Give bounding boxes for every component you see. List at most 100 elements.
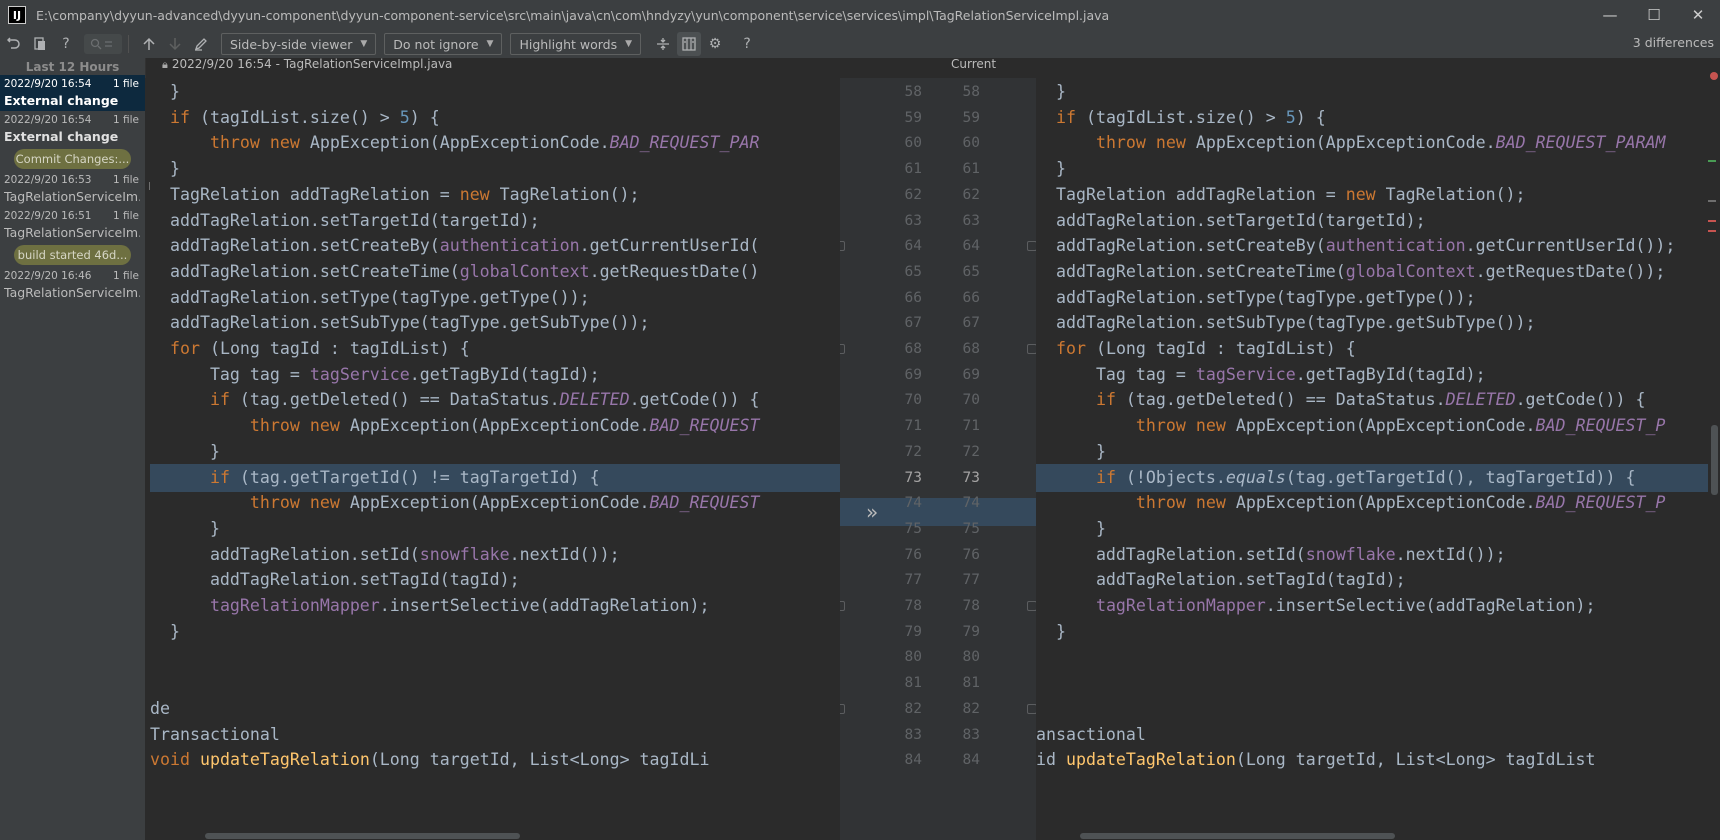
code-line[interactable]: addTagRelation.setCreateTime(globalConte… <box>1036 258 1720 286</box>
code-line[interactable]: throw new AppException(AppExceptionCode.… <box>150 412 840 440</box>
code-line[interactable] <box>1036 695 1720 723</box>
changed-code-line[interactable]: if (tag.getTargetId() != tagTargetId) { <box>150 463 840 492</box>
close-button[interactable]: ✕ <box>1676 0 1720 30</box>
apply-change-arrow-icon[interactable]: » <box>866 498 878 526</box>
code-line[interactable]: } <box>150 155 840 183</box>
code-line[interactable]: if (tag.getDeleted() == DataStatus.DELET… <box>1036 386 1720 414</box>
edit-icon[interactable] <box>189 32 213 56</box>
change-marker[interactable] <box>1708 160 1716 162</box>
fold-marker-icon[interactable] <box>840 344 845 354</box>
history-item[interactable]: 2022/9/20 16:54 1 file External change <box>0 75 145 111</box>
fold-marker-icon[interactable] <box>1027 344 1036 354</box>
fold-marker-icon[interactable] <box>1027 601 1036 611</box>
help-icon[interactable]: ? <box>735 32 759 56</box>
history-file-count: 1 file <box>112 78 139 90</box>
code-line[interactable]: addTagRelation.setTargetId(targetId); <box>150 207 840 235</box>
code-line[interactable]: } <box>1036 78 1720 106</box>
code-line[interactable]: tagRelationMapper.insertSelective(addTag… <box>150 592 840 620</box>
code-line[interactable]: throw new AppException(AppExceptionCode.… <box>1036 489 1720 517</box>
code-line[interactable]: addTagRelation.setId(snowflake.nextId())… <box>150 541 840 569</box>
history-item[interactable]: 2022/9/20 16:46 1 file TagRelationServic… <box>0 267 145 303</box>
code-line[interactable]: TagRelation addTagRelation = new TagRela… <box>1036 181 1720 209</box>
code-line[interactable]: } <box>150 438 840 466</box>
code-line[interactable]: throw new AppException(AppExceptionCode.… <box>1036 129 1720 157</box>
history-item[interactable]: 2022/9/20 16:51 1 file TagRelationServic… <box>0 207 145 243</box>
code-line[interactable]: throw new AppException(AppExceptionCode.… <box>150 489 840 517</box>
undo-icon[interactable] <box>2 32 26 56</box>
gear-icon[interactable]: ⚙ <box>703 32 727 56</box>
code-line[interactable]: } <box>150 78 840 106</box>
history-item[interactable]: 2022/9/20 16:54 1 file External change <box>0 111 145 147</box>
search-icon[interactable] <box>84 34 122 54</box>
code-line[interactable]: Tag tag = tagService.getTagById(tagId); <box>1036 361 1720 389</box>
code-line[interactable]: addTagRelation.setSubType(tagType.getSub… <box>150 309 840 337</box>
change-marker[interactable] <box>1708 230 1716 232</box>
sync-scroll-icon[interactable] <box>677 32 702 56</box>
code-line[interactable] <box>150 669 840 697</box>
code-line[interactable]: addTagRelation.setSubType(tagType.getSub… <box>1036 309 1720 337</box>
code-line[interactable]: } <box>1036 618 1720 646</box>
whitespace-select[interactable]: Do not ignore ▼ <box>384 33 503 55</box>
history-tag-build[interactable]: build started 46d... <box>14 245 131 265</box>
code-line[interactable] <box>1036 669 1720 697</box>
minimize-button[interactable]: — <box>1588 0 1632 30</box>
history-tag-commit[interactable]: Commit Changes:... <box>14 149 131 169</box>
code-line[interactable]: addTagRelation.setCreateBy(authenticatio… <box>1036 232 1720 260</box>
chevron-down-icon: ▼ <box>625 39 633 49</box>
code-line[interactable]: addTagRelation.setType(tagType.getType()… <box>150 284 840 312</box>
code-line[interactable]: for (Long tagId : tagIdList) { <box>150 335 840 363</box>
fold-marker-icon[interactable] <box>840 601 845 611</box>
code-line[interactable]: addTagRelation.setId(snowflake.nextId())… <box>1036 541 1720 569</box>
left-code-pane[interactable]: } if (tagIdList.size() > 5) { throw new … <box>150 78 840 840</box>
left-horizontal-scrollbar[interactable] <box>205 833 520 839</box>
code-line[interactable]: for (Long tagId : tagIdList) { <box>1036 335 1720 363</box>
code-line[interactable]: } <box>1036 438 1720 466</box>
code-line[interactable]: addTagRelation.setType(tagType.getType()… <box>1036 284 1720 312</box>
code-line[interactable]: addTagRelation.setCreateTime(globalConte… <box>150 258 840 286</box>
code-line[interactable]: } <box>150 515 840 543</box>
fold-marker-icon[interactable] <box>1027 703 1036 714</box>
code-line[interactable]: tagRelationMapper.insertSelective(addTag… <box>1036 592 1720 620</box>
changed-code-line[interactable]: if (!Objects.equals(tag.getTargetId(), t… <box>1036 463 1720 492</box>
code-line[interactable]: if (tagIdList.size() > 5) { <box>150 104 840 132</box>
help-icon[interactable]: ? <box>54 32 78 56</box>
code-line[interactable]: } <box>1036 155 1720 183</box>
error-stripe-icon[interactable] <box>1710 72 1718 80</box>
arrow-down-icon[interactable] <box>163 32 187 56</box>
right-code-pane[interactable]: } if (tagIdList.size() > 5) { throw new … <box>1036 78 1720 840</box>
maximize-button[interactable]: ☐ <box>1632 0 1676 30</box>
highlight-select[interactable]: Highlight words ▼ <box>510 33 642 55</box>
code-line[interactable]: TagRelation addTagRelation = new TagRela… <box>150 181 840 209</box>
copy-file-icon[interactable] <box>28 32 52 56</box>
history-item[interactable]: 2022/9/20 16:53 1 file TagRelationServic… <box>0 171 145 207</box>
viewer-mode-select[interactable]: Side-by-side viewer ▼ <box>221 33 377 55</box>
fold-marker-icon[interactable] <box>840 241 845 252</box>
code-line[interactable]: Transactional <box>150 721 840 749</box>
code-line[interactable]: Tag tag = tagService.getTagById(tagId); <box>150 361 840 389</box>
scrollbar-thumb[interactable] <box>1711 425 1718 495</box>
code-line[interactable]: void updateTagRelation(Long targetId, Li… <box>150 746 840 774</box>
code-line[interactable]: addTagRelation.setCreateBy(authenticatio… <box>150 232 840 260</box>
fold-marker-icon[interactable] <box>840 703 845 714</box>
code-line[interactable]: id updateTagRelation(Long targetId, List… <box>1036 746 1720 774</box>
code-line[interactable]: de <box>150 695 840 723</box>
arrow-up-icon[interactable] <box>137 32 161 56</box>
change-marker[interactable] <box>1708 220 1716 222</box>
code-line[interactable]: ansactional <box>1036 721 1720 749</box>
change-marker[interactable] <box>1708 200 1716 202</box>
code-line[interactable]: } <box>150 618 840 646</box>
code-line[interactable] <box>1036 643 1720 671</box>
code-line[interactable]: throw new AppException(AppExceptionCode.… <box>1036 412 1720 440</box>
code-line[interactable] <box>150 643 840 671</box>
code-line[interactable]: if (tag.getDeleted() == DataStatus.DELET… <box>150 386 840 414</box>
code-line[interactable]: throw new AppException(AppExceptionCode.… <box>150 129 840 157</box>
vertical-scrollbar[interactable] <box>1708 70 1720 840</box>
code-line[interactable]: if (tagIdList.size() > 5) { <box>1036 104 1720 132</box>
collapse-unchanged-icon[interactable] <box>651 32 675 56</box>
code-line[interactable]: } <box>1036 515 1720 543</box>
right-horizontal-scrollbar[interactable] <box>1080 833 1395 839</box>
code-line[interactable]: addTagRelation.setTagId(tagId); <box>1036 566 1720 594</box>
fold-marker-icon[interactable] <box>1027 241 1036 252</box>
code-line[interactable]: addTagRelation.setTagId(tagId); <box>150 566 840 594</box>
code-line[interactable]: addTagRelation.setTargetId(targetId); <box>1036 207 1720 235</box>
